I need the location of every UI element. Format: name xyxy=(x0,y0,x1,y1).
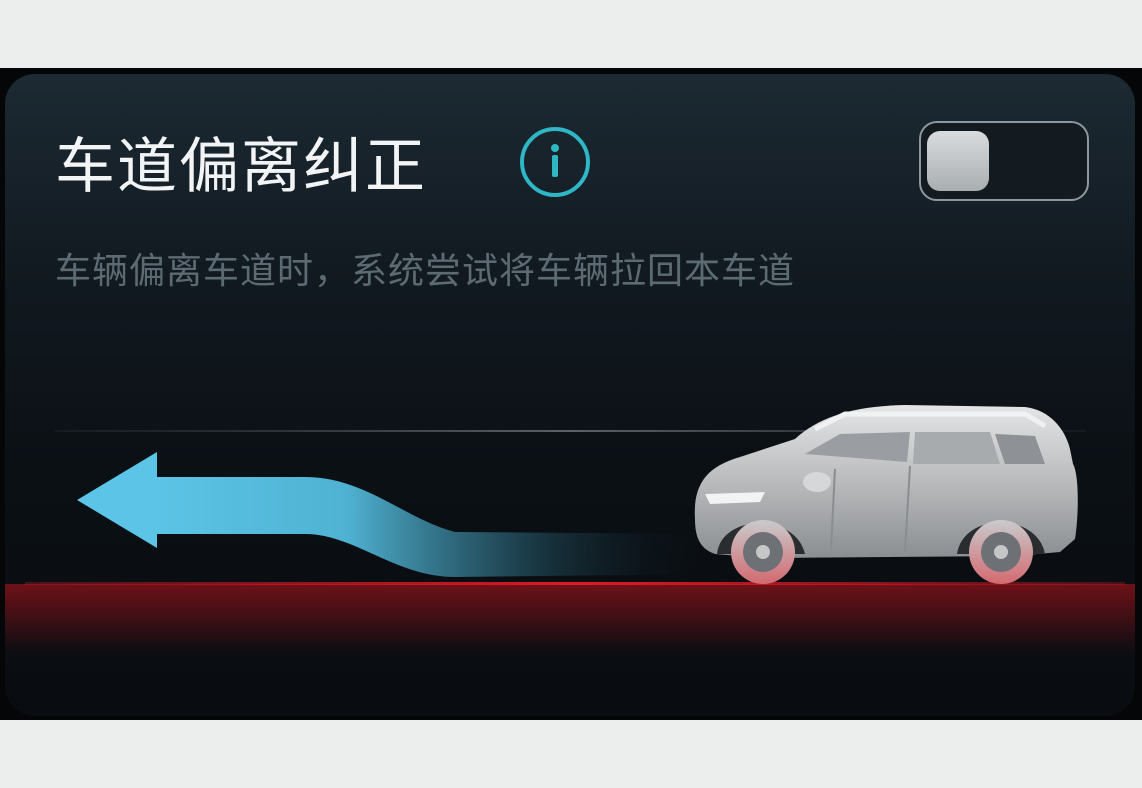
toggle-knob xyxy=(927,131,989,191)
lane-illustration xyxy=(5,405,1135,654)
lane-departure-card: 车道偏离纠正 车辆偏离车道时，系统尝试将车辆拉回本车道 xyxy=(5,74,1135,716)
lane-warning-line xyxy=(25,582,1125,585)
lane-return-arrow-icon xyxy=(77,452,705,577)
feature-toggle[interactable] xyxy=(919,121,1089,201)
lane-warning-glow xyxy=(5,584,1135,654)
feature-title: 车道偏离纠正 xyxy=(55,132,427,202)
feature-description: 车辆偏离车道时，系统尝试将车辆拉回本车道 xyxy=(55,251,796,292)
info-icon[interactable] xyxy=(520,127,590,197)
